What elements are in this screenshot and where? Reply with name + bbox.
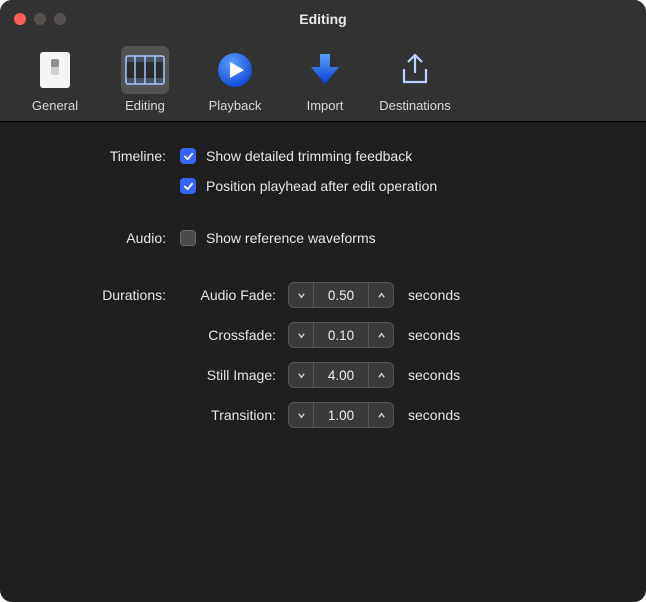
tab-playback[interactable]: Playback xyxy=(190,42,280,119)
stepper-increment[interactable] xyxy=(369,403,393,427)
close-window-button[interactable] xyxy=(14,13,26,25)
durations-section-label: Durations: xyxy=(30,287,180,303)
titlebar: Editing xyxy=(0,0,646,38)
unit-label: seconds xyxy=(408,407,460,423)
stepper-increment[interactable] xyxy=(369,323,393,347)
crossfade-label: Crossfade: xyxy=(180,327,288,343)
tab-destinations[interactable]: Destinations xyxy=(370,42,460,119)
editing-pane: Timeline: Show detailed trimming feedbac… xyxy=(0,122,646,468)
stepper-increment[interactable] xyxy=(369,363,393,387)
unit-label: seconds xyxy=(408,327,460,343)
tab-import[interactable]: Import xyxy=(280,42,370,119)
zoom-window-button[interactable] xyxy=(54,13,66,25)
unit-label: seconds xyxy=(408,367,460,383)
checkbox-trimming-feedback[interactable] xyxy=(180,148,196,164)
checkbox-label: Show reference waveforms xyxy=(206,230,376,246)
checkbox-reference-waveforms[interactable] xyxy=(180,230,196,246)
timeline-section-label: Timeline: xyxy=(30,148,180,164)
stepper-decrement[interactable] xyxy=(289,363,313,387)
transition-stepper[interactable]: 1.00 xyxy=(288,402,394,428)
stepper-increment[interactable] xyxy=(369,283,393,307)
still-image-stepper[interactable]: 4.00 xyxy=(288,362,394,388)
stepper-value[interactable]: 0.10 xyxy=(314,323,368,347)
tab-label: General xyxy=(32,98,78,113)
tab-label: Destinations xyxy=(379,98,451,113)
stepper-decrement[interactable] xyxy=(289,323,313,347)
general-icon xyxy=(31,46,79,94)
crossfade-stepper[interactable]: 0.10 xyxy=(288,322,394,348)
window-controls xyxy=(0,13,66,25)
transition-label: Transition: xyxy=(180,407,288,423)
audio-section-label: Audio: xyxy=(30,230,180,246)
editing-icon xyxy=(121,46,169,94)
audio-fade-stepper[interactable]: 0.50 xyxy=(288,282,394,308)
checkbox-position-playhead[interactable] xyxy=(180,178,196,194)
tab-editing[interactable]: Editing xyxy=(100,42,190,119)
stepper-decrement[interactable] xyxy=(289,283,313,307)
tab-general[interactable]: General xyxy=(10,42,100,119)
checkbox-label: Position playhead after edit operation xyxy=(206,178,437,194)
destinations-icon xyxy=(391,46,439,94)
preferences-window: Editing General xyxy=(0,0,646,602)
import-icon xyxy=(301,46,349,94)
tab-label: Playback xyxy=(209,98,262,113)
window-title: Editing xyxy=(0,11,646,27)
stepper-value[interactable]: 4.00 xyxy=(314,363,368,387)
minimize-window-button[interactable] xyxy=(34,13,46,25)
stepper-value[interactable]: 0.50 xyxy=(314,283,368,307)
checkbox-label: Show detailed trimming feedback xyxy=(206,148,412,164)
unit-label: seconds xyxy=(408,287,460,303)
tab-label: Editing xyxy=(125,98,165,113)
playback-icon xyxy=(211,46,259,94)
toolbar: General Editing xyxy=(0,38,646,122)
stepper-decrement[interactable] xyxy=(289,403,313,427)
stepper-value[interactable]: 1.00 xyxy=(314,403,368,427)
still-image-label: Still Image: xyxy=(180,367,288,383)
tab-label: Import xyxy=(307,98,344,113)
audio-fade-label: Audio Fade: xyxy=(180,287,288,303)
